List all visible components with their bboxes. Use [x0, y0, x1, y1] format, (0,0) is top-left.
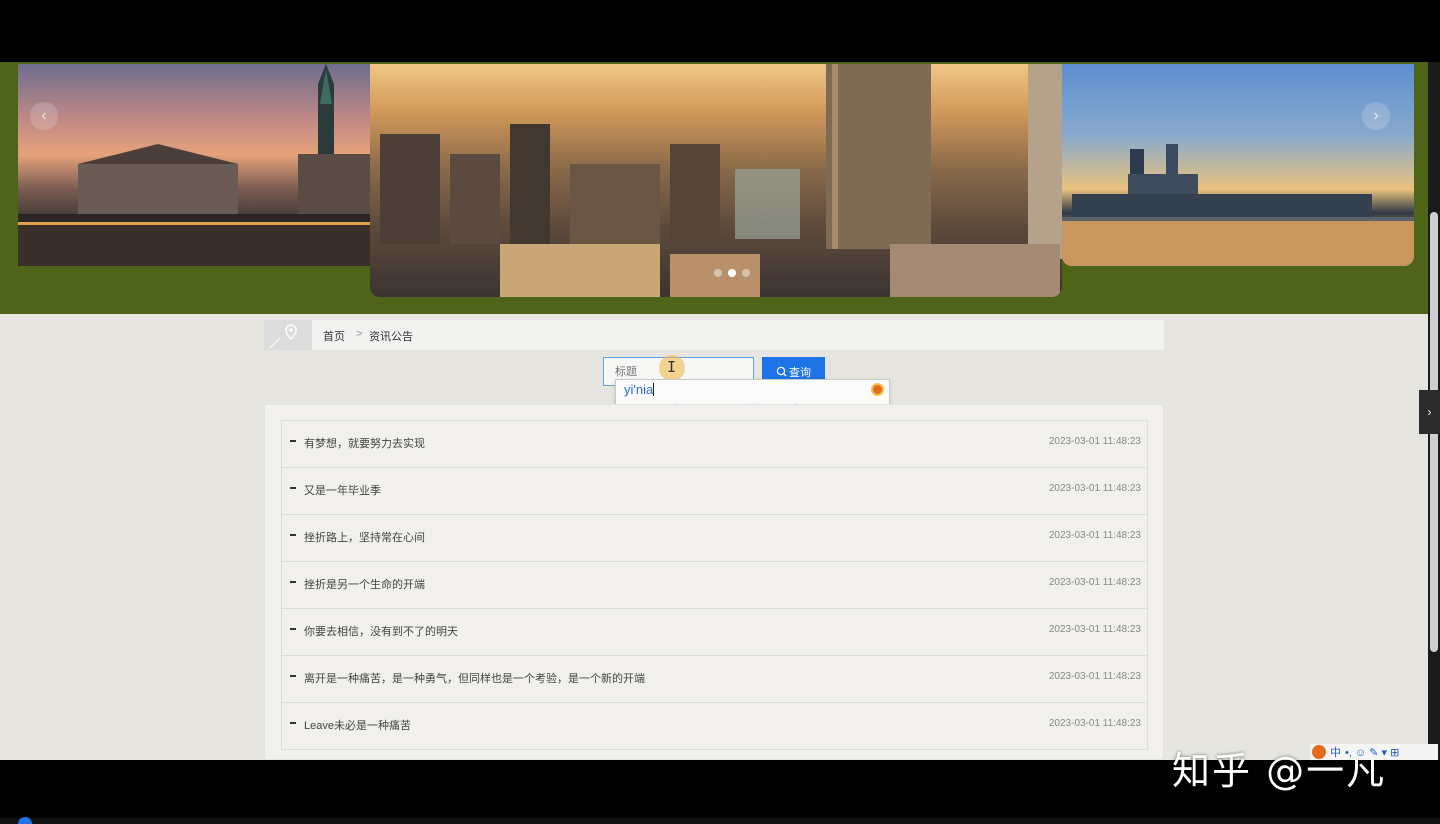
carousel-dot-active[interactable]: [728, 269, 736, 277]
news-title-link[interactable]: 挫折路上，坚持常在心间: [304, 529, 425, 545]
list-bullet-icon: [290, 722, 296, 724]
news-timestamp: 2023-03-01 11:48:23: [1048, 483, 1141, 494]
side-panel-toggle[interactable]: ›: [1419, 390, 1440, 434]
carousel-pagination: [714, 269, 750, 277]
breadcrumb-separator: >: [356, 328, 363, 340]
carousel-slide-skyline[interactable]: [1062, 64, 1414, 266]
carousel-dot[interactable]: [714, 269, 722, 277]
ime-logo-icon: [871, 383, 884, 396]
breadcrumb: 首页 > 资讯公告: [264, 320, 1164, 350]
breadcrumb-current: 资讯公告: [369, 331, 413, 343]
list-bullet-icon: [290, 675, 296, 677]
news-timestamp: 2023-03-01 11:48:23: [1048, 718, 1141, 729]
news-title-link[interactable]: 又是一年毕业季: [304, 482, 381, 498]
news-list-item[interactable]: Leave未必是一种痛苦 2023-03-01 11:48:23: [281, 703, 1148, 750]
location-pin-icon: [264, 320, 312, 350]
banner-carousel: ‹ ›: [0, 62, 1428, 314]
browser-viewport: ‹ › 首页 > 资讯公告 标题 查询 I yi'nia 有梦想，就要努力去实现…: [0, 62, 1428, 760]
news-timestamp: 2023-03-01 11:48:23: [1048, 530, 1141, 541]
news-list-item[interactable]: 有梦想，就要努力去实现 2023-03-01 11:48:23: [281, 421, 1148, 468]
search-icon: [776, 366, 787, 377]
breadcrumb-home-link[interactable]: 首页: [323, 328, 345, 344]
carousel-next-button[interactable]: ›: [1362, 102, 1390, 130]
news-list-item[interactable]: 你要去相信，没有到不了的明天 2023-03-01 11:48:23: [281, 609, 1148, 656]
list-bullet-icon: [290, 440, 296, 442]
ime-mode-label[interactable]: 中: [1330, 744, 1341, 760]
news-title-link[interactable]: 有梦想，就要努力去实现: [304, 435, 425, 451]
news-list-panel: 有梦想，就要努力去实现 2023-03-01 11:48:23 又是一年毕业季 202…: [264, 404, 1164, 760]
city-illustration: [380, 64, 1062, 297]
list-bullet-icon: [290, 581, 296, 583]
list-bullet-icon: [290, 487, 296, 489]
news-list-item[interactable]: 挫折是另一个生命的开端 2023-03-01 11:48:23: [281, 562, 1148, 609]
text-cursor-icon: I: [667, 358, 677, 376]
news-timestamp: 2023-03-01 11:48:23: [1048, 577, 1141, 588]
carousel-prev-button[interactable]: ‹: [30, 102, 58, 130]
search-button-label: 查询: [789, 366, 811, 379]
news-title-link[interactable]: 挫折是另一个生命的开端: [304, 576, 425, 592]
taskbar-edge: [0, 818, 1440, 824]
news-list-item[interactable]: 又是一年毕业季 2023-03-01 11:48:23: [281, 468, 1148, 515]
list-bullet-icon: [290, 534, 296, 536]
news-list-item[interactable]: 挫折路上，坚持常在心间 2023-03-01 11:48:23: [281, 515, 1148, 562]
ime-toolbar-icons[interactable]: •, ☺ ✎ ▾ ⊞: [1345, 746, 1399, 759]
news-title-link[interactable]: 离开是一种痛苦，是一种勇气，但同样也是一个考验，是一个新的开端: [304, 670, 645, 686]
news-timestamp: 2023-03-01 11:48:23: [1048, 436, 1141, 447]
video-frame: ‹ › 首页 > 资讯公告 标题 查询 I yi'nia 有梦想，就要努力去实现…: [0, 0, 1440, 824]
ime-status-bar[interactable]: 中 •, ☺ ✎ ▾ ⊞: [1310, 744, 1438, 760]
ime-composition: yi'nia: [624, 382, 655, 397]
list-bullet-icon: [290, 628, 296, 630]
ime-logo-icon: [1312, 745, 1326, 759]
news-title-link[interactable]: Leave未必是一种痛苦: [304, 717, 411, 733]
news-timestamp: 2023-03-01 11:48:23: [1048, 671, 1141, 682]
old-town-illustration: [18, 64, 370, 266]
news-title-link[interactable]: 你要去相信，没有到不了的明天: [304, 623, 458, 639]
news-list-item[interactable]: 离开是一种痛苦，是一种勇气，但同样也是一个考验，是一个新的开端 2023-03-0…: [281, 656, 1148, 703]
taskbar-indicator: [18, 817, 32, 824]
carousel-slide-old-town[interactable]: [18, 64, 370, 266]
news-timestamp: 2023-03-01 11:48:23: [1048, 624, 1141, 635]
carousel-slide-city[interactable]: [370, 64, 1062, 297]
carousel-dot[interactable]: [742, 269, 750, 277]
skyline-illustration: [1062, 144, 1414, 266]
news-list: 有梦想，就要努力去实现 2023-03-01 11:48:23 又是一年毕业季 202…: [281, 420, 1148, 750]
